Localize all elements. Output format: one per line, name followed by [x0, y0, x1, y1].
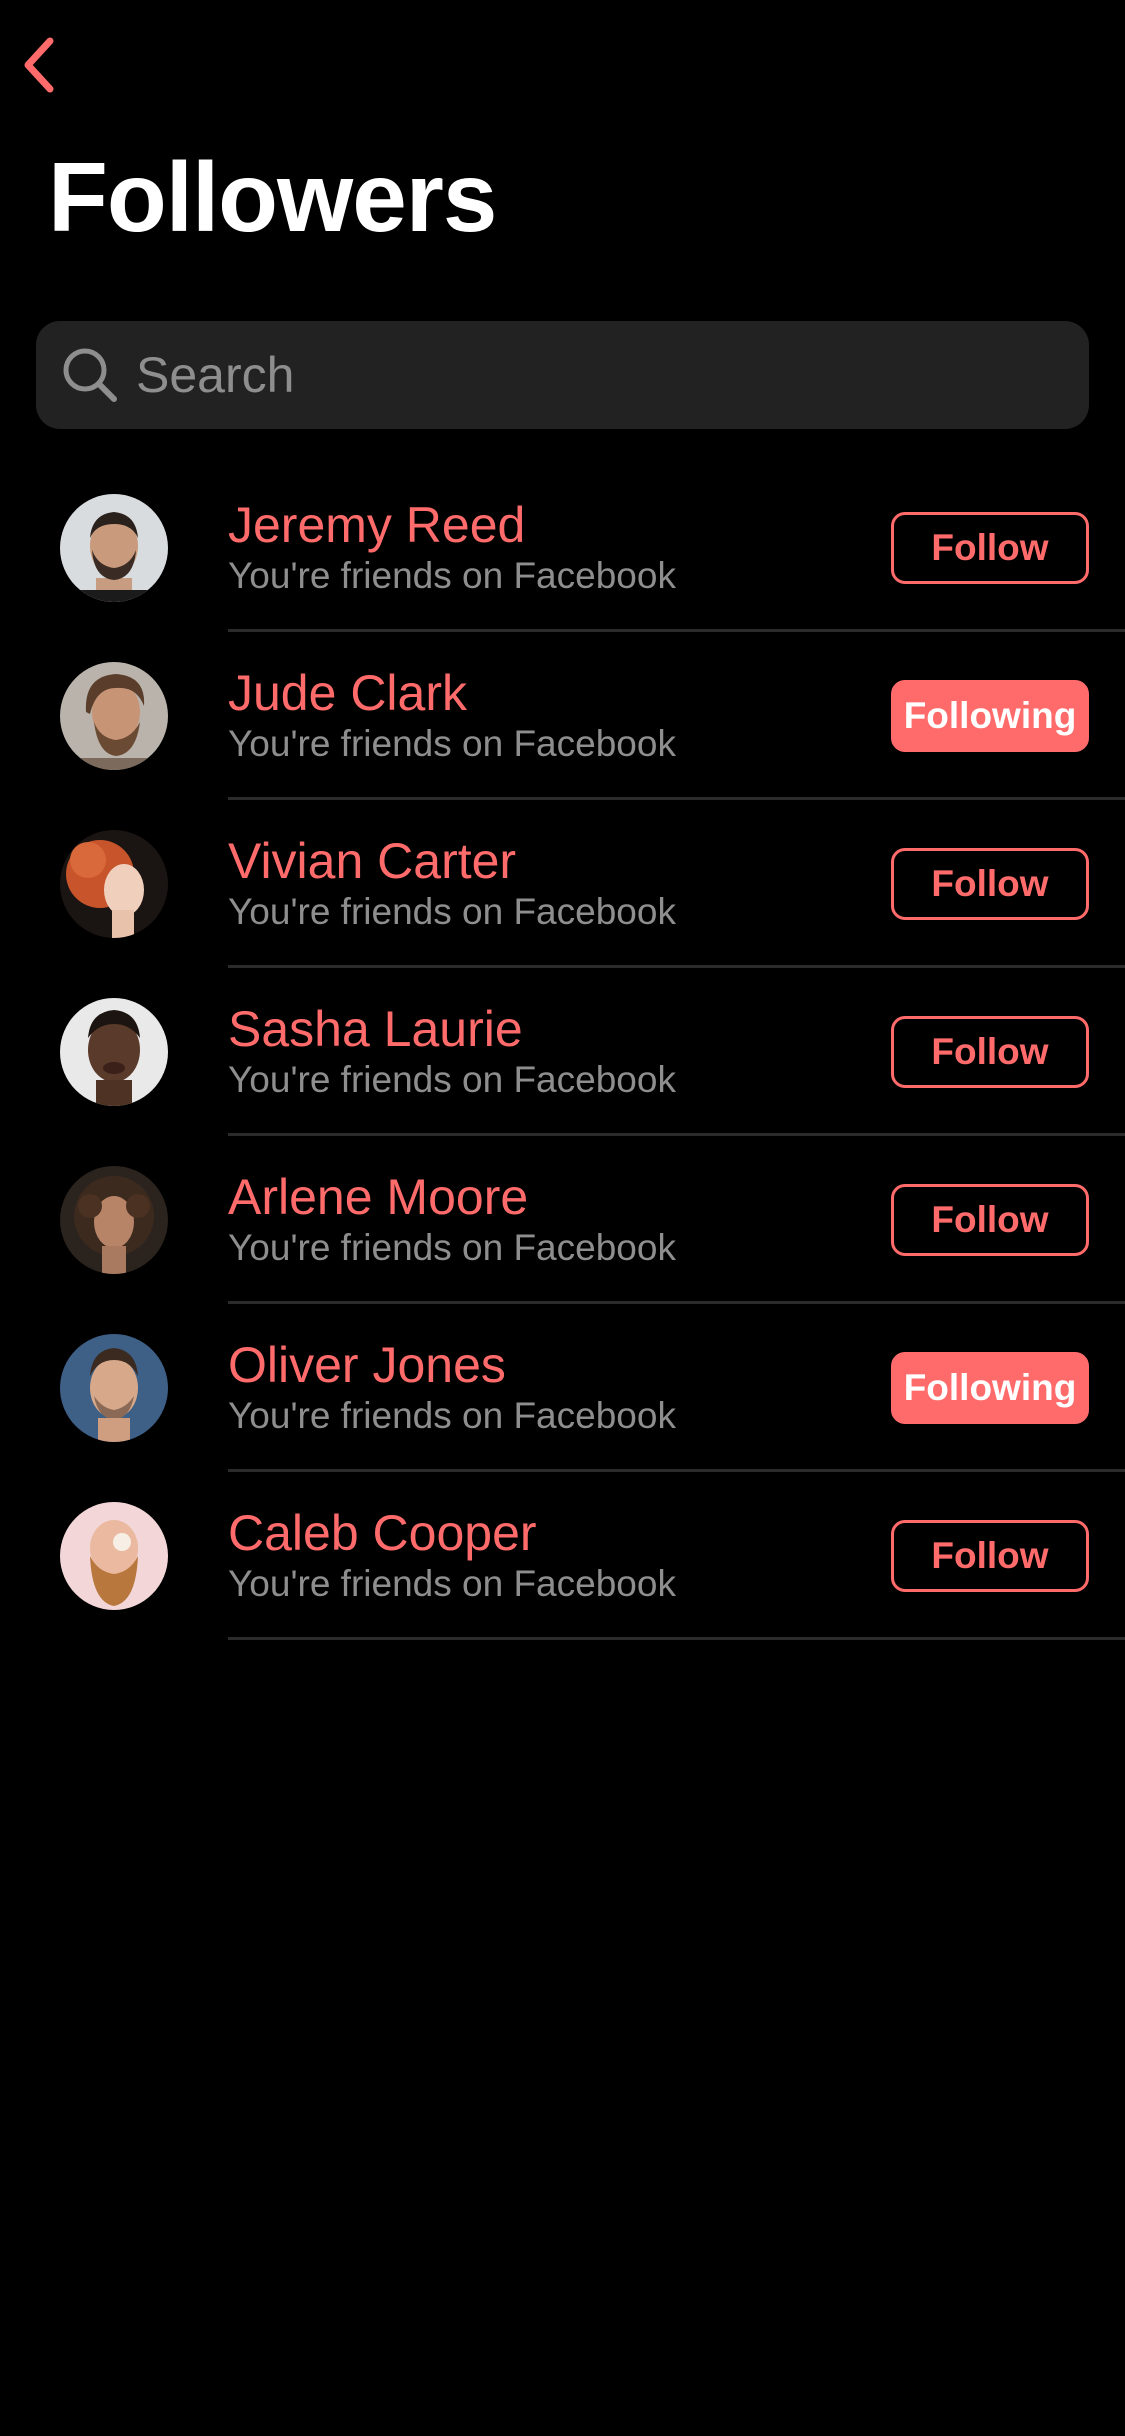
follower-name: Caleb Cooper [228, 1505, 537, 1561]
avatar[interactable] [60, 1166, 168, 1274]
follow-button[interactable]: Follow [891, 1520, 1089, 1592]
follower-subtitle: You're friends on Facebook [228, 1059, 676, 1100]
search-input[interactable] [136, 321, 1089, 429]
follower-subtitle: You're friends on Facebook [228, 891, 676, 932]
follower-name: Oliver Jones [228, 1337, 506, 1393]
follower-subtitle: You're friends on Facebook [228, 1563, 676, 1604]
follow-button[interactable]: Follow [891, 1016, 1089, 1088]
following-button[interactable]: Following [891, 1352, 1089, 1424]
avatar[interactable] [60, 1334, 168, 1442]
row-divider [228, 1637, 1125, 1640]
avatar[interactable] [60, 1502, 168, 1610]
following-button[interactable]: Following [891, 680, 1089, 752]
avatar[interactable] [60, 998, 168, 1106]
follower-subtitle: You're friends on Facebook [228, 723, 676, 764]
follower-subtitle: You're friends on Facebook [228, 1227, 676, 1268]
follower-name: Jude Clark [228, 665, 467, 721]
follower-row: Arlene Moore You're friends on Facebook … [0, 1136, 1125, 1304]
follower-name: Sasha Laurie [228, 1001, 523, 1057]
followers-list: Jeremy Reed You're friends on Facebook F… [0, 464, 1125, 1640]
avatar[interactable] [60, 830, 168, 938]
follower-row: Oliver Jones You're friends on Facebook … [0, 1304, 1125, 1472]
avatar[interactable] [60, 662, 168, 770]
search-icon [56, 341, 124, 409]
follow-button[interactable]: Follow [891, 1184, 1089, 1256]
follower-subtitle: You're friends on Facebook [228, 555, 676, 596]
follow-button[interactable]: Follow [891, 848, 1089, 920]
page-title: Followers [48, 142, 497, 252]
avatar[interactable] [60, 494, 168, 602]
follower-row: Sasha Laurie You're friends on Facebook … [0, 968, 1125, 1136]
follow-button[interactable]: Follow [891, 512, 1089, 584]
search-bar[interactable] [36, 321, 1089, 429]
follower-row: Caleb Cooper You're friends on Facebook … [0, 1472, 1125, 1640]
back-button[interactable] [14, 32, 66, 98]
chevron-left-icon [24, 37, 54, 93]
follower-row: Jude Clark You're friends on Facebook Fo… [0, 632, 1125, 800]
follower-row: Vivian Carter You're friends on Facebook… [0, 800, 1125, 968]
follower-subtitle: You're friends on Facebook [228, 1395, 676, 1436]
follower-row: Jeremy Reed You're friends on Facebook F… [0, 464, 1125, 632]
follower-name: Arlene Moore [228, 1169, 529, 1225]
follower-name: Vivian Carter [228, 833, 517, 889]
follower-name: Jeremy Reed [228, 497, 526, 553]
